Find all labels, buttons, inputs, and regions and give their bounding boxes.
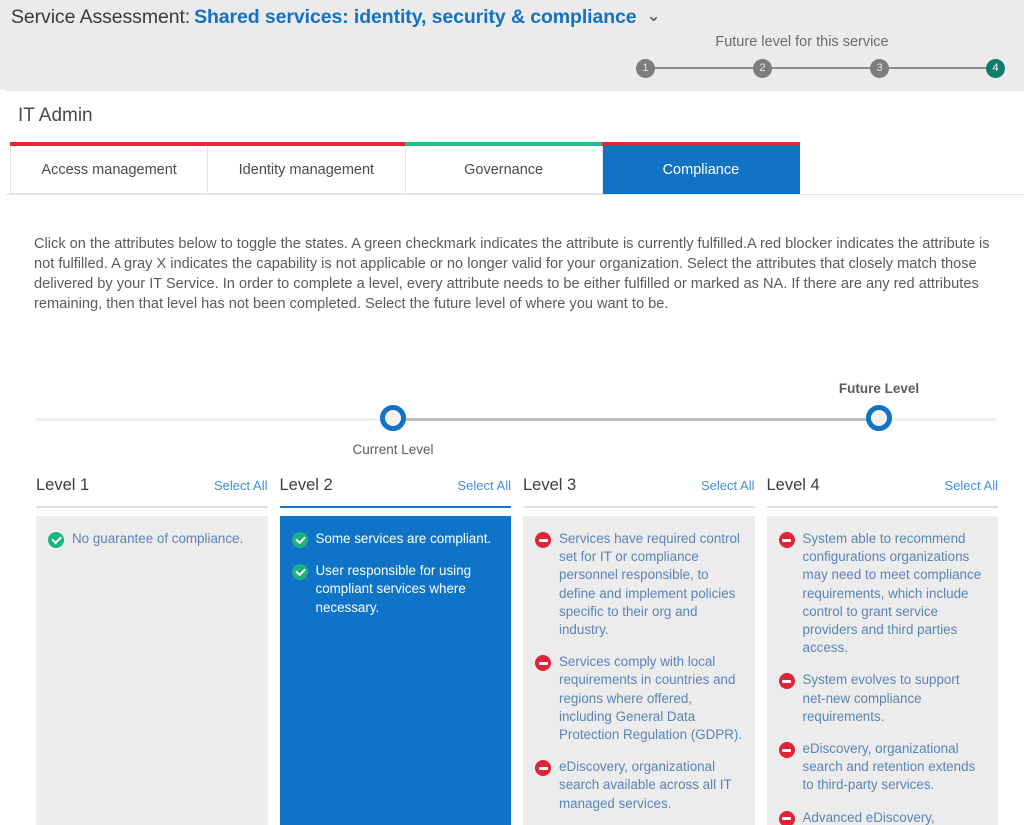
attribute-item[interactable]: System able to recommend configurations … [778,530,987,657]
attribute-item[interactable]: Advanced eDiscovery, leveraging intellig… [778,809,987,825]
level-columns: Level 1 Select All No guarantee of complia… [36,476,998,825]
level-column-header: Level 4 Select All [767,476,999,506]
stepper-caption: Future level for this service [715,34,889,50]
page-title: Service Assessment: Shared services: iden… [11,6,661,29]
level-title: Level 1 [36,476,90,494]
tab-accent-bar [601,142,800,146]
level-attribute-list: System able to recommend configurations … [766,516,998,825]
level-column-4: Level 4 Select All System able to recommen… [766,476,999,825]
tab-access-management[interactable]: Access management [10,142,209,194]
future-level-handle[interactable] [866,405,892,431]
attribute-item[interactable]: Services have required control set for I… [535,530,743,639]
tab-label: Identity management [238,161,375,178]
current-level-handle[interactable] [380,405,406,431]
tab-bar-underline [6,194,1024,195]
tab-label: Compliance [662,161,740,178]
attribute-item[interactable]: System evolves to support net-new compli… [778,671,987,726]
level-column-header: Level 2 Select All [280,476,512,506]
service-name-link[interactable]: Shared services: identity, security & co… [194,6,637,28]
select-all-link[interactable]: Select All [214,478,267,493]
blocker-circle-icon[interactable] [535,655,551,672]
level-column-rule [766,506,998,508]
attribute-text: System able to recommend configurations … [802,531,982,656]
instructions-text: Click on the attributes below to toggle … [34,236,990,312]
stepper-track [644,67,996,69]
stepper-step-3[interactable]: 3 [870,59,889,78]
attribute-text: System evolves to support net-new compli… [802,672,960,724]
attribute-item[interactable]: User responsible for using compliant ser… [291,562,500,617]
select-all-link[interactable]: Select All [701,478,754,493]
blocker-circle-icon[interactable] [778,742,795,759]
check-circle-icon[interactable] [291,564,308,581]
attribute-text: User responsible for using compliant ser… [315,563,472,615]
level-title: Level 3 [523,476,577,494]
attribute-item[interactable]: Services comply with local requirements … [535,653,743,744]
tab-label: Access management [41,161,177,178]
level-column-header: Level 3 Select All [523,476,755,506]
attribute-text: Advanced eDiscovery, leveraging intellig… [802,809,935,825]
future-level-stepper: Future level for this service 1 2 3 4 [636,34,1008,86]
level-column-rule [36,506,268,508]
level-title: Level 2 [279,476,333,494]
check-circle-icon[interactable] [291,532,308,548]
top-bar: Service Assessment: Shared services: iden… [0,0,1024,90]
current-level-label: Current Level [352,442,434,457]
attribute-text: No guarantee of compliance. [72,531,244,546]
level-attribute-list: Some services are compliant. User respons… [279,516,511,825]
check-circle-icon[interactable] [48,532,64,548]
tab-accent-bar [10,142,209,146]
tab-governance[interactable]: Governance [404,142,603,194]
blocker-circle-icon[interactable] [535,760,551,777]
attribute-item[interactable]: Some services are compliant. [291,530,500,548]
level-column-rule [279,506,511,508]
blocker-circle-icon[interactable] [535,532,551,548]
tab-compliance[interactable]: Compliance [601,142,800,194]
attribute-item[interactable]: eDiscovery, organizational search and re… [778,740,987,795]
level-attribute-list: No guarantee of compliance. [36,516,268,825]
tab-bar: Access management Identity management Gove… [10,142,800,194]
attribute-text: Some services are compliant. [315,531,492,546]
attribute-text: eDiscovery, organizational search availa… [559,759,732,811]
attribute-text: eDiscovery, organizational search and re… [802,741,976,793]
attribute-text: Services comply with local requirements … [559,654,743,743]
level-attribute-list: Services have required control set for I… [523,516,755,825]
blocker-circle-icon[interactable] [778,810,795,825]
blocker-circle-icon[interactable] [778,532,795,548]
blocker-circle-icon[interactable] [778,673,795,690]
tab-identity-management[interactable]: Identity management [207,142,406,194]
select-all-link[interactable]: Select All [945,478,998,493]
level-column-3: Level 3 Select All Services have required … [523,476,755,825]
level-slider[interactable]: Current Level Future Level [36,381,996,457]
stepper-step-1[interactable]: 1 [636,59,655,78]
tab-label: Governance [464,161,544,178]
chevron-down-icon[interactable]: ⌄ [647,6,661,26]
level-slider-track-left [36,418,391,421]
level-slider-track-right [891,418,996,421]
level-column-rule [523,506,755,508]
stepper-step-2[interactable]: 2 [753,59,772,78]
level-column-2: Level 2 Select All Some services are compl… [279,476,512,825]
attribute-item[interactable]: eDiscovery, organizational search availa… [535,758,743,813]
level-title: Level 4 [766,476,820,494]
level-column-header: Level 1 Select All [36,476,268,506]
page-title-prefix: Service Assessment: [11,6,191,28]
attribute-item[interactable]: No guarantee of compliance. [48,530,256,548]
stepper-step-4[interactable]: 4 [986,59,1005,78]
attribute-text: Services have required control set for I… [559,531,740,638]
content-card: IT Admin Access management Identity manag… [6,90,1024,825]
future-level-label: Future Level [838,381,920,396]
level-column-1: Level 1 Select All No guarantee of complia… [36,476,268,825]
select-all-link[interactable]: Select All [458,478,511,493]
tab-accent-bar [404,142,603,146]
section-title: IT Admin [18,105,93,126]
tab-accent-bar [207,142,406,146]
